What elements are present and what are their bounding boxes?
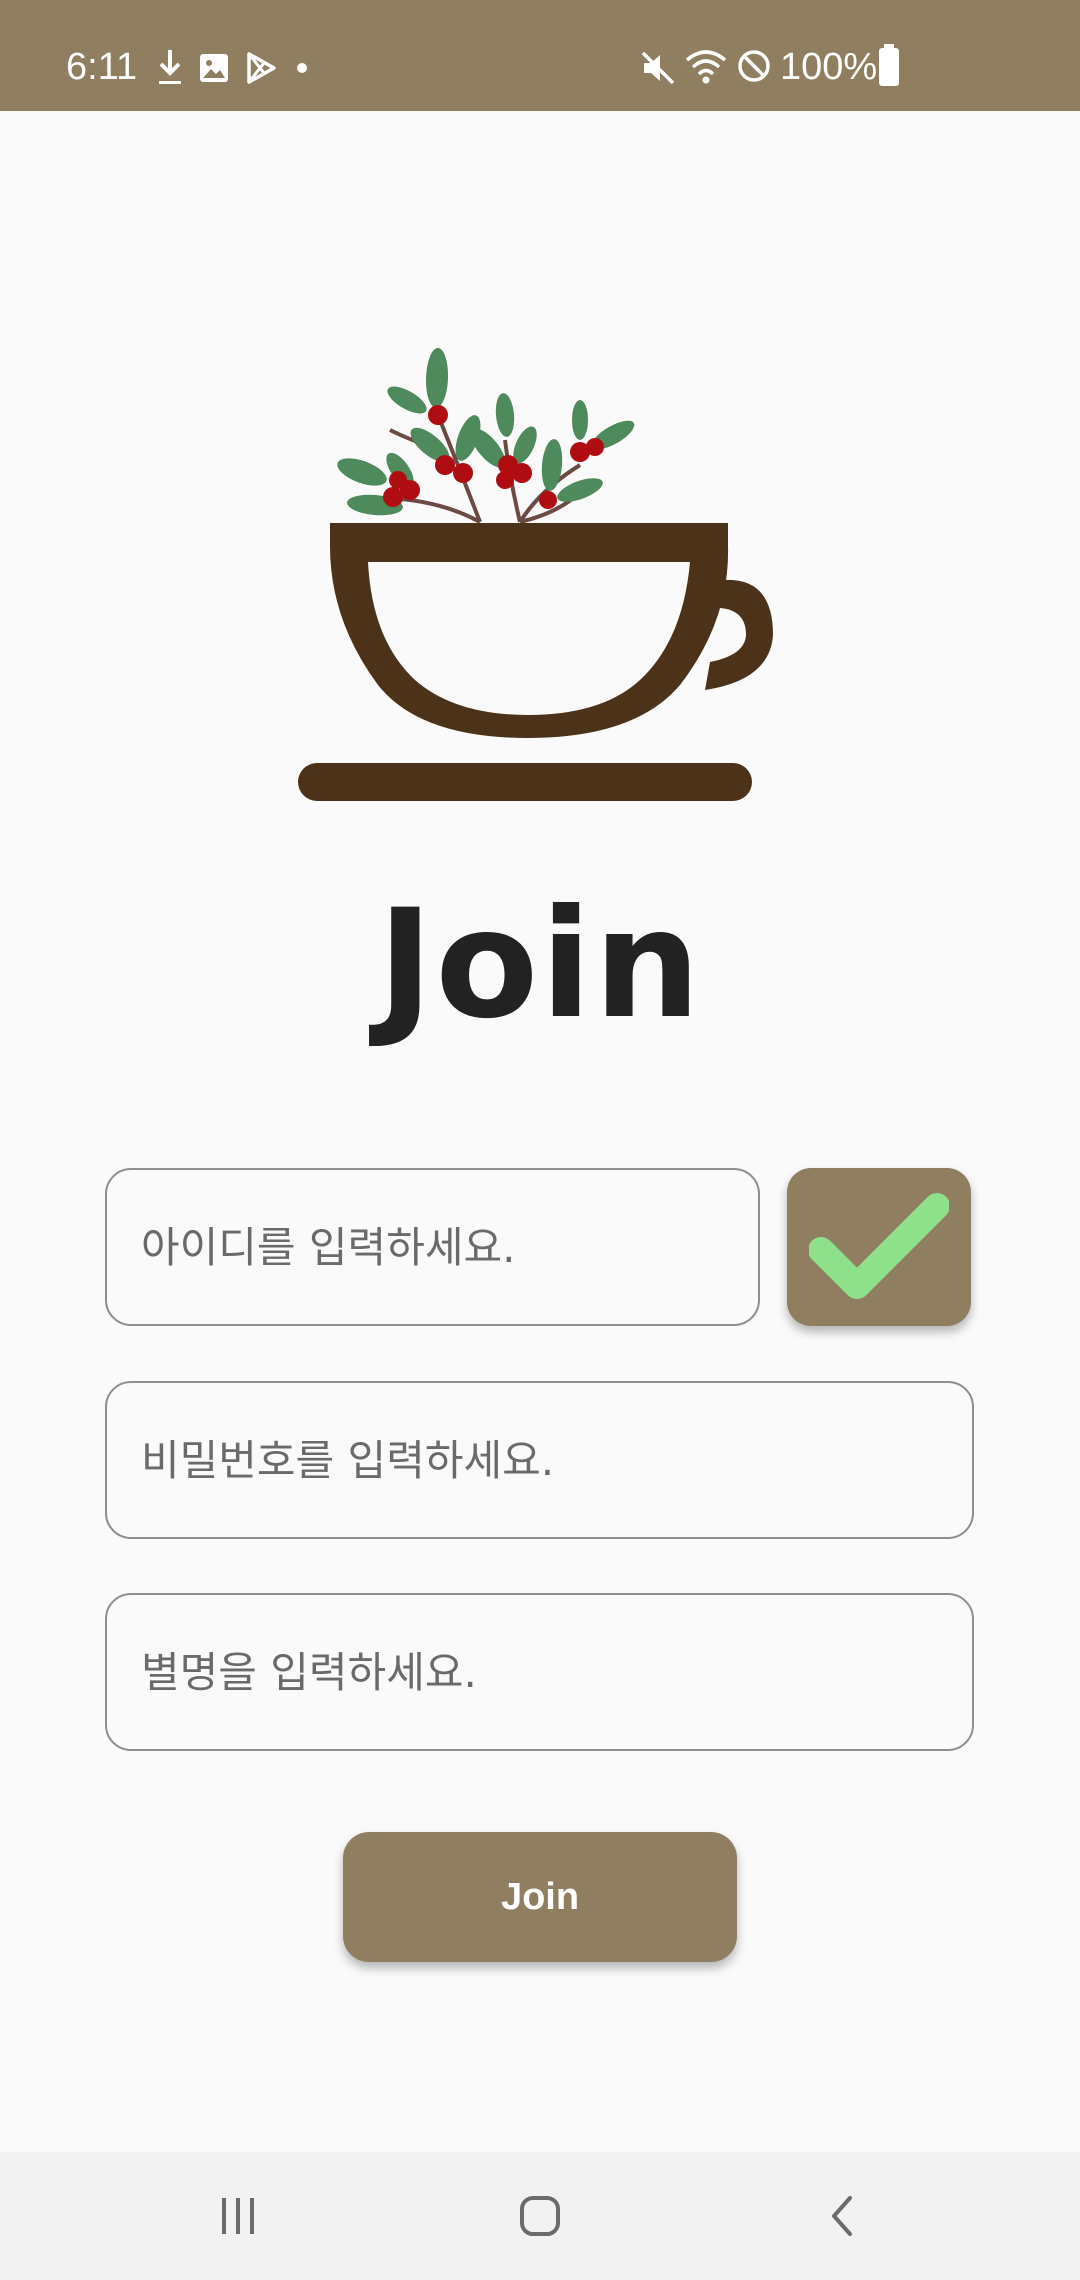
back-icon <box>832 2196 852 2236</box>
recent-apps-button[interactable] <box>178 2176 298 2256</box>
nickname-field[interactable] <box>105 1593 974 1751</box>
id-field[interactable] <box>105 1168 760 1326</box>
join-button[interactable]: Join <box>343 1832 737 1962</box>
home-icon <box>520 2196 560 2236</box>
wifi-icon <box>685 50 727 84</box>
home-button[interactable] <box>480 2176 600 2256</box>
back-button[interactable] <box>782 2176 902 2256</box>
recent-apps-icon <box>222 2198 254 2234</box>
dot-icon <box>297 63 307 73</box>
leaves <box>337 348 635 516</box>
coffee-cup-logo <box>298 348 773 801</box>
download-icon <box>159 50 181 84</box>
mute-icon <box>641 51 675 85</box>
play-store-icon <box>247 52 276 84</box>
password-input[interactable] <box>107 1383 972 1537</box>
page-title: Join <box>377 878 703 1052</box>
id-input[interactable] <box>107 1170 758 1324</box>
navigation-bar <box>0 2152 1080 2280</box>
image-icon <box>200 54 228 82</box>
do-not-disturb-icon <box>738 50 770 82</box>
nickname-input[interactable] <box>107 1595 972 1749</box>
cup-body <box>330 523 729 738</box>
status-left-icons <box>156 48 312 88</box>
id-check-button[interactable] <box>787 1168 971 1326</box>
saucer <box>298 763 752 801</box>
status-time: 6:11 <box>66 46 138 88</box>
password-field[interactable] <box>105 1381 974 1539</box>
check-icon <box>809 1193 949 1299</box>
battery-percentage: 100% <box>780 46 878 88</box>
join-screen: 6:11 100% Join 아이디를 입력하세요. 별명을 입력하세요. Jo… <box>0 0 1080 2280</box>
battery-icon <box>879 44 899 86</box>
status-bar: 6:11 100% <box>0 0 1080 111</box>
